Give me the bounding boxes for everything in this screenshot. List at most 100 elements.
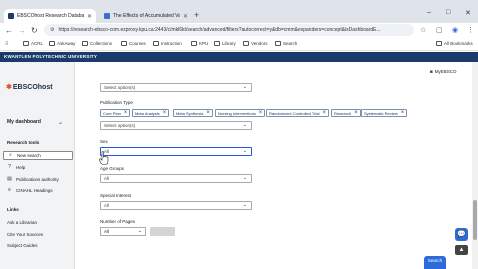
maximize-button[interactable]: □	[446, 9, 450, 16]
special-interest-label: Special Interest	[100, 193, 132, 198]
chip-systematic-review[interactable]: Systematic Review ×	[361, 109, 408, 117]
links-heading: Links	[7, 207, 19, 212]
sidebar-item-new-search[interactable]: ⌕ New search	[3, 151, 73, 160]
user-icon: ◙	[430, 69, 433, 74]
document-favicon-icon	[104, 13, 110, 19]
ebsco-favicon-icon	[8, 13, 14, 19]
forward-arrow-icon[interactable]: →	[18, 26, 26, 35]
book-icon: ▤	[7, 176, 12, 182]
number-of-pages-dropdown[interactable]: All ⌄	[100, 227, 146, 236]
remove-chip-icon[interactable]: ×	[259, 110, 263, 116]
bookmark-courses[interactable]: Courses	[121, 41, 146, 46]
chip-meta-analysis[interactable]: Meta Analysis ×	[132, 109, 170, 117]
chip-randomized-controlled-trial[interactable]: Randomized Controlled Trial ×	[266, 109, 329, 117]
folder-icon	[436, 41, 442, 46]
chevron-down-icon: ⌄	[242, 202, 247, 208]
remove-chip-icon[interactable]: ×	[124, 110, 128, 116]
special-interest-dropdown[interactable]: All ⌄	[100, 201, 252, 210]
site-info-icon[interactable]: ⚙	[50, 27, 54, 33]
folder-icon	[23, 41, 29, 46]
sex-dropdown[interactable]: All ⌄	[100, 147, 252, 156]
search-button[interactable]: Search	[424, 256, 446, 269]
all-bookmarks[interactable]: All Bookmarks	[436, 41, 473, 46]
link-subject-guides[interactable]: Subject Guides	[7, 243, 38, 248]
chip-nursing-interventions[interactable]: Nursing Interventions ×	[215, 109, 266, 117]
bookmark-askaway[interactable]: AskAway	[49, 41, 75, 46]
pages-value-input[interactable]	[150, 227, 175, 236]
tab-ebscohost[interactable]: EBSCOhost Research Databases ✕	[4, 9, 96, 23]
institution-banner: KWANTLEN POLYTECHNIC UNIVERSITY	[0, 52, 478, 62]
tab-title: EBSCOhost Research Databases	[17, 13, 84, 19]
remove-chip-icon[interactable]: ×	[354, 110, 358, 116]
folder-icon	[191, 41, 197, 46]
profile-avatar-icon[interactable]: ◉	[452, 26, 458, 34]
chevron-down-icon[interactable]: ⌄	[58, 119, 63, 126]
folder-icon	[214, 41, 220, 46]
remove-chip-icon[interactable]: ×	[401, 110, 405, 116]
reload-icon[interactable]: ↻	[31, 26, 38, 35]
age-groups-label: Age Groups	[100, 166, 125, 171]
sex-label: Sex	[100, 139, 108, 144]
bookmark-search[interactable]: Search	[275, 41, 297, 46]
bookmark-star-icon[interactable]: ☆	[420, 26, 426, 34]
apps-grid-icon[interactable]: ⠿	[5, 41, 8, 47]
remove-chip-icon[interactable]: ×	[206, 110, 210, 116]
my-dashboard-toggle[interactable]: My dashboard	[7, 119, 41, 125]
chevron-down-icon: ⌄	[137, 228, 142, 234]
remove-chip-icon[interactable]: ×	[322, 110, 326, 116]
bookmark-library[interactable]: Library	[214, 41, 236, 46]
chat-bubble-icon[interactable]: 💬	[455, 228, 468, 241]
sidebar-item-publications-authority[interactable]: ▤ Publications authority	[7, 176, 59, 183]
bookmark-vendors[interactable]: Vendors	[243, 41, 268, 46]
link-ask-a-librarian[interactable]: Ask a Librarian	[7, 220, 37, 225]
help-icon: ?	[8, 164, 11, 170]
close-window-button[interactable]: ✕	[465, 9, 471, 17]
chevron-down-icon: ⌄	[242, 122, 247, 128]
chip-research[interactable]: Research ×	[331, 109, 361, 117]
bookmark-collections[interactable]: Collections	[82, 41, 112, 46]
age-groups-dropdown[interactable]: All ⌄	[100, 174, 252, 183]
research-tools-heading: Research tools	[7, 140, 40, 145]
number-of-pages-label: Number of Pages	[100, 219, 136, 224]
chevron-down-icon: ⌄	[242, 175, 247, 181]
folder-icon	[153, 41, 159, 46]
ebscohost-logo[interactable]: ✱EBSCOhost	[6, 83, 53, 91]
myebsco-account[interactable]: ◙ MyEBSCO	[430, 69, 456, 74]
folder-icon	[49, 41, 55, 46]
sidebar-item-cinahl-headings[interactable]: ≡ CINAHL Headings	[7, 187, 53, 194]
select-options-dropdown[interactable]: Select option(s) ⌄	[100, 83, 252, 92]
scrollbar-thumb[interactable]	[473, 200, 477, 240]
bookmark-instruction[interactable]: Instruction	[153, 41, 182, 46]
publication-type-label: Publication Type	[100, 100, 133, 105]
search-icon: ⌕	[9, 152, 12, 158]
folder-icon	[275, 41, 281, 46]
menu-kebab-icon[interactable]: ⋮	[467, 26, 474, 34]
url-text: https://research-ebsco-com.ezproxy.kpu.c…	[58, 27, 381, 33]
close-tab-icon[interactable]: ✕	[87, 13, 92, 20]
hand-pointer-cursor-icon	[99, 151, 109, 165]
back-arrow-icon[interactable]: ←	[5, 26, 13, 35]
chip-meta-synthesis[interactable]: Meta Synthesis ×	[173, 109, 213, 117]
bookmark-kpu[interactable]: KPU	[191, 41, 208, 46]
publication-type-dropdown[interactable]: Select option(s) ⌄	[100, 121, 252, 130]
sidebar-item-help[interactable]: ? Help	[7, 164, 25, 171]
folder-icon	[243, 41, 249, 46]
extensions-icon[interactable]: ▢	[436, 26, 443, 34]
tab-effects-article[interactable]: The Effects of Accumulated Va ✕	[100, 9, 192, 23]
address-bar[interactable]: ⚙ https://research-ebsco-com.ezproxy.kpu…	[44, 24, 414, 36]
minimize-button[interactable]: –	[427, 9, 431, 16]
scroll-to-top-button[interactable]: ▲	[455, 245, 468, 255]
chip-core-plan[interactable]: Core Plan ×	[100, 109, 131, 117]
new-tab-button[interactable]: +	[194, 10, 199, 20]
chevron-down-icon: ⌄	[242, 148, 247, 154]
ebsco-star-icon: ✱	[6, 84, 12, 91]
link-cite-your-sources[interactable]: Cite Your Sources	[7, 232, 43, 237]
remove-chip-icon[interactable]: ×	[163, 110, 167, 116]
bookmark-acrl[interactable]: ACRL	[23, 41, 43, 46]
folder-icon	[82, 41, 88, 46]
list-icon: ≡	[8, 187, 11, 193]
close-tab-icon[interactable]: ✕	[183, 13, 188, 20]
tab-title: The Effects of Accumulated Va	[113, 13, 180, 19]
chevron-down-icon: ⌄	[242, 84, 247, 90]
folder-icon	[121, 41, 127, 46]
